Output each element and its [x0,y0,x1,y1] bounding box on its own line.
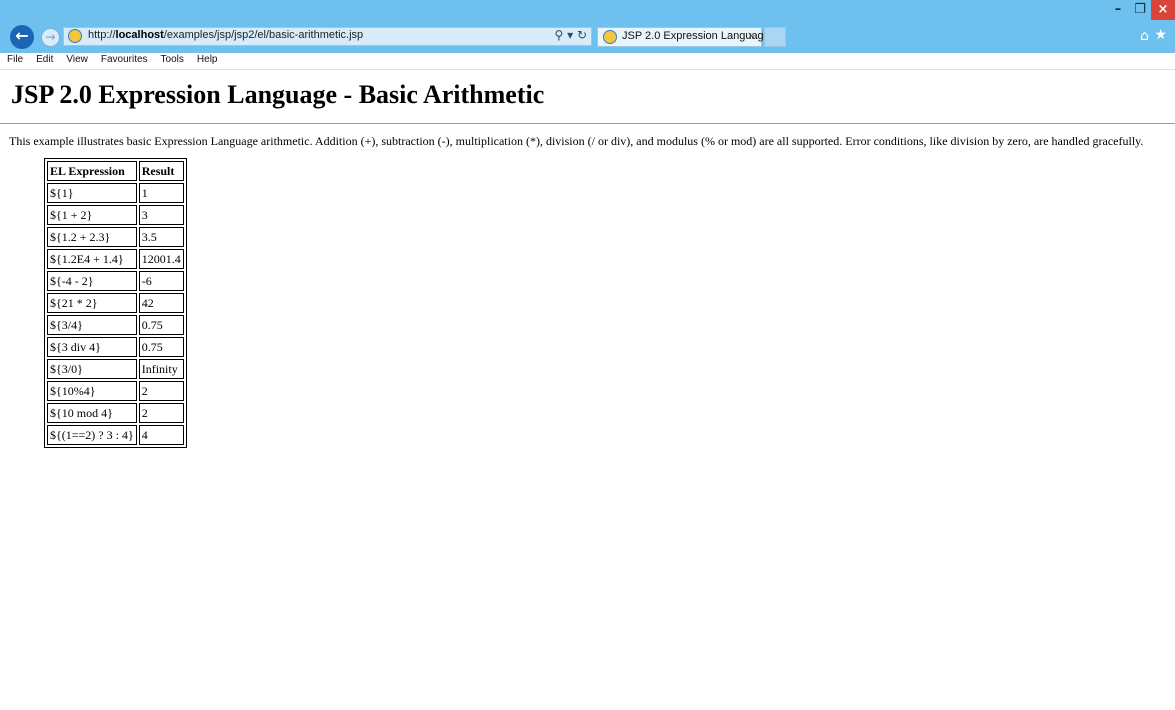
address-bar[interactable]: http://localhost/examples/jsp/jsp2/el/ba… [63,27,592,46]
menu-tools[interactable]: Tools [154,53,190,69]
expression-cell: ${10 mod 4} [47,403,137,423]
result-cell: 42 [138,293,184,313]
expression-cell: ${1.2 + 2.3} [47,227,137,247]
navigation-bar: ← → http://localhost/examples/jsp/jsp2/e… [0,24,1175,50]
favorites-star-icon[interactable]: ★ [1154,27,1167,43]
table-row: ${1.2 + 2.3} 3.5 [47,227,184,247]
expression-cell: ${1 + 2} [47,205,137,225]
expression-cell: ${10%4} [47,381,137,401]
menu-edit[interactable]: Edit [29,53,59,69]
result-cell: 3.5 [138,227,184,247]
menu-file[interactable]: File [0,53,29,69]
menu-bar: File Edit View Favourites Tools Help [0,53,1175,70]
table-row: ${10 mod 4} 2 [47,403,184,423]
address-tools: ⚲ ▾ ↻ [554,28,587,42]
expression-cell: ${1.2E4 + 1.4} [47,249,137,269]
table-header-row: EL Expression Result [47,161,184,181]
ie-page-icon [68,29,82,43]
back-arrow-icon: ← [15,26,29,45]
url-path: /examples/jsp/jsp2/el/basic-arithmetic.j… [163,29,364,41]
home-icon[interactable]: ⌂ [1140,28,1149,44]
column-header-expression: EL Expression [47,161,137,181]
url-prefix: http:// [88,29,116,41]
expression-cell: ${(1==2) ? 3 : 4} [47,425,137,445]
page-description: This example illustrates basic Expressio… [9,134,1144,148]
close-window-button[interactable]: × [1151,0,1175,20]
result-cell: 1 [138,183,184,203]
result-cell: 12001.4 [138,249,184,269]
table-row: ${1.2E4 + 1.4} 12001.4 [47,249,184,269]
result-cell: 0.75 [138,337,184,357]
table-row: ${1 + 2} 3 [47,205,184,225]
forward-button[interactable]: → [41,28,60,47]
url-host: localhost [115,29,164,41]
result-cell: -6 [138,271,184,291]
url-text[interactable]: http://localhost/examples/jsp/jsp2/el/ba… [88,29,363,41]
result-cell: 4 [138,425,184,445]
table-row: ${21 * 2} 42 [47,293,184,313]
menu-view[interactable]: View [59,53,94,69]
table-row: ${1} 1 [47,183,184,203]
expression-cell: ${21 * 2} [47,293,137,313]
result-cell: 0.75 [138,315,184,335]
table-row: ${3/4} 0.75 [47,315,184,335]
page-title: JSP 2.0 Expression Language - Basic Arit… [11,80,545,109]
browser-tab[interactable]: JSP 2.0 Expression Languag... × [597,27,773,47]
table-row: ${10%4} 2 [47,381,184,401]
el-results-table: EL Expression Result ${1} 1 ${1 + 2} 3 ${1.2… [44,158,187,448]
refresh-icon[interactable]: ↻ [577,28,587,42]
minimize-button[interactable]: – [1107,0,1129,20]
expression-cell: ${-4 - 2} [47,271,137,291]
browser-chrome: – ❐ × ← → http://localhost/examples/jsp/… [0,0,1175,53]
menu-favourites[interactable]: Favourites [94,53,154,69]
result-cell: 2 [138,403,184,423]
column-header-result: Result [138,161,184,181]
tab-close-icon[interactable]: × [747,29,756,42]
table-body: ${1} 1 ${1 + 2} 3 ${1.2 + 2.3} 3.5 ${1.2E4 + 1… [47,183,184,445]
result-cell: Infinity [138,359,184,379]
table-row: ${3 div 4} 0.75 [47,337,184,357]
restore-button[interactable]: ❐ [1129,0,1151,20]
menu-help[interactable]: Help [190,53,224,69]
page-content: JSP 2.0 Expression Language - Basic Arit… [0,70,1175,448]
divider [0,123,1175,124]
result-cell: 2 [138,381,184,401]
expression-cell: ${3 div 4} [47,337,137,357]
expression-cell: ${3/4} [47,315,137,335]
table-row: ${(1==2) ? 3 : 4} 4 [47,425,184,445]
new-tab-button[interactable] [764,27,786,47]
expression-cell: ${3/0} [47,359,137,379]
window-controls: – ❐ × [1107,0,1175,22]
tab-favicon-icon [603,30,617,44]
table-row: ${3/0} Infinity [47,359,184,379]
expression-cell: ${1} [47,183,137,203]
result-cell: 3 [138,205,184,225]
table-row: ${-4 - 2} -6 [47,271,184,291]
back-button[interactable]: ← [10,25,34,49]
forward-arrow-icon: → [45,30,56,44]
search-icon[interactable]: ⚲ [554,28,563,42]
